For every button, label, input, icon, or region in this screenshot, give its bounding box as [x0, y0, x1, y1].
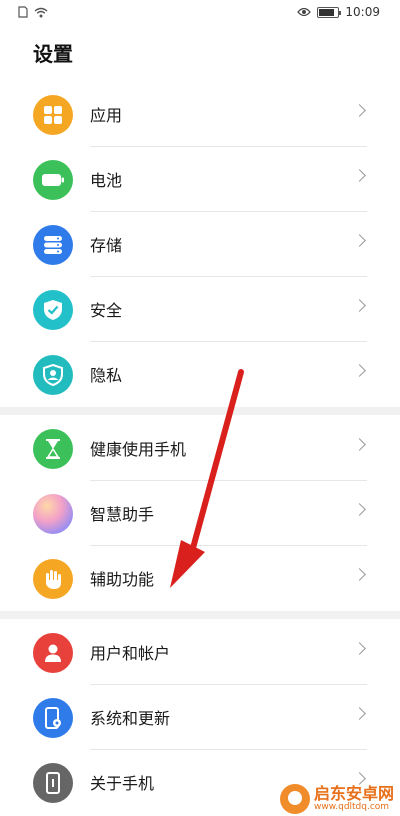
section-separator [0, 407, 400, 415]
apps-grid-icon [33, 95, 73, 135]
settings-group-1: 应用 电池 存储 安全 隐私 [0, 82, 400, 407]
settings-item-label: 辅助功能 [90, 570, 155, 589]
shield-check-icon [33, 290, 73, 330]
settings-item-label: 隐私 [90, 366, 123, 385]
settings-group-2: 健康使用手机 智慧助手 辅助功能 [0, 416, 400, 611]
chevron-right-icon [353, 299, 366, 312]
chevron-right-icon [353, 642, 366, 655]
settings-item-battery[interactable]: 电池 [0, 147, 400, 212]
settings-item-digital-balance[interactable]: 健康使用手机 [0, 416, 400, 481]
settings-item-security[interactable]: 安全 [0, 277, 400, 342]
settings-item-label: 关于手机 [90, 774, 155, 793]
watermark-title: 启东安卓网 [313, 784, 394, 803]
settings-item-storage[interactable]: 存储 [0, 212, 400, 277]
watermark-logo [279, 784, 310, 814]
battery-icon [33, 160, 73, 200]
chevron-right-icon [353, 104, 366, 117]
page-title: 设置 [33, 42, 73, 66]
eye-icon [297, 7, 312, 17]
settings-item-label: 存储 [90, 236, 123, 255]
settings-item-label: 用户和帐户 [90, 644, 171, 663]
chevron-right-icon [353, 568, 366, 581]
battery-status-icon [317, 6, 342, 18]
watermark-url: www.qdltdq.com [313, 802, 390, 812]
wifi-icon [34, 7, 48, 17]
settings-item-label: 安全 [90, 301, 123, 320]
chevron-right-icon [353, 707, 366, 720]
hand-icon [33, 559, 73, 599]
phone-info-icon [33, 763, 73, 803]
hourglass-icon [33, 429, 73, 469]
assistant-orb-icon [33, 494, 73, 534]
settings-item-users-accounts[interactable]: 用户和帐户 [0, 620, 400, 685]
settings-item-label: 电池 [90, 171, 123, 190]
settings-item-accessibility[interactable]: 辅助功能 [0, 546, 400, 611]
chevron-right-icon [353, 503, 366, 516]
chevron-right-icon [353, 772, 366, 785]
sim-card-icon [18, 6, 28, 18]
settings-item-label: 健康使用手机 [90, 440, 187, 459]
chevron-right-icon [353, 438, 366, 451]
settings-item-smart-assistant[interactable]: 智慧助手 [0, 481, 400, 546]
chevron-right-icon [353, 234, 366, 247]
settings-item-privacy[interactable]: 隐私 [0, 342, 400, 407]
status-bar: 10:09 [0, 0, 400, 26]
section-separator [0, 611, 400, 619]
privacy-icon [33, 355, 73, 395]
settings-item-label: 智慧助手 [90, 505, 155, 524]
watermark: 启东安卓网 www.qdltdq.com [279, 784, 394, 814]
system-update-icon [33, 698, 73, 738]
settings-item-label: 系统和更新 [90, 709, 171, 728]
chevron-right-icon [353, 169, 366, 182]
settings-item-label: 应用 [90, 106, 123, 125]
settings-item-apps[interactable]: 应用 [0, 82, 400, 147]
status-time: 10:09 [345, 5, 380, 19]
user-icon [33, 633, 73, 673]
chevron-right-icon [353, 364, 366, 377]
settings-item-system-update[interactable]: 系统和更新 [0, 685, 400, 750]
storage-icon [33, 225, 73, 265]
